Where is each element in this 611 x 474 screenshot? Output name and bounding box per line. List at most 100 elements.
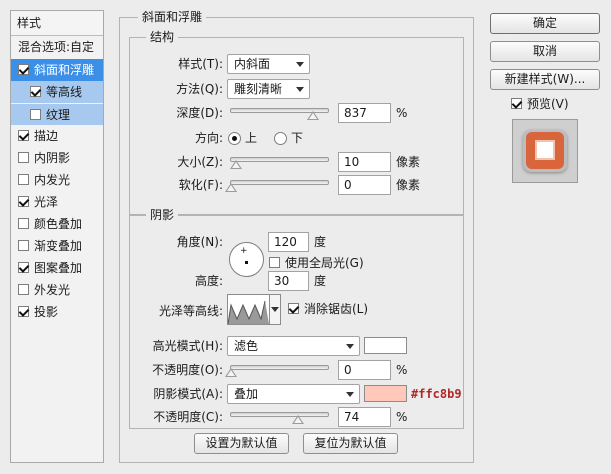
direction-up-label: 上 [245, 131, 258, 145]
shadow-mode-value: 叠加 [234, 387, 259, 401]
shadow-color-swatch[interactable] [364, 385, 407, 402]
highlight-mode-value: 滤色 [234, 339, 259, 353]
style-item-label: 斜面和浮雕 [34, 63, 95, 77]
style-item-label: 颜色叠加 [34, 217, 83, 231]
bevel-emboss-title: 斜面和浮雕 [138, 10, 207, 24]
technique-dropdown-value: 雕刻清晰 [234, 82, 283, 96]
style-item-checkbox[interactable] [18, 218, 29, 229]
style-item-checkbox[interactable] [18, 196, 29, 207]
style-dropdown[interactable]: 内斜面 [227, 54, 310, 74]
soften-label: 软化(F): [178, 178, 223, 192]
soften-slider-thumb[interactable] [225, 183, 237, 192]
chevron-down-icon [346, 344, 354, 349]
crosshair-icon: + [240, 246, 248, 256]
style-item[interactable]: 外发光 [11, 279, 103, 301]
style-item[interactable]: 描边 [11, 125, 103, 147]
style-item-label: 图案叠加 [34, 261, 83, 275]
style-item-checkbox[interactable] [18, 240, 29, 251]
shadow-opacity-slider-track[interactable] [230, 412, 329, 417]
highlight-color-swatch[interactable] [364, 337, 407, 354]
style-item-checkbox[interactable] [18, 64, 29, 75]
direction-down-label: 下 [291, 131, 304, 145]
highlight-opacity-input[interactable]: 0 [338, 360, 391, 380]
style-item[interactable]: 等高线 [11, 81, 103, 103]
style-item[interactable]: 光泽 [11, 191, 103, 213]
angle-label: 角度(N): [176, 235, 223, 249]
contour-curve-icon [227, 300, 269, 325]
soften-unit: 像素 [396, 178, 421, 192]
style-item-label: 等高线 [46, 85, 83, 99]
highlight-mode-dropdown[interactable]: 滤色 [227, 336, 360, 356]
new-style-button[interactable]: 新建样式(W)... [490, 69, 600, 90]
style-item[interactable]: 内阴影 [11, 147, 103, 169]
anti-aliased-checkbox[interactable]: 消除锯齿(L) [288, 301, 368, 317]
style-item[interactable]: 投影 [11, 301, 103, 323]
shadow-opacity-label: 不透明度(C): [153, 410, 223, 424]
style-item-checkbox[interactable] [18, 152, 29, 163]
style-item[interactable]: 颜色叠加 [11, 213, 103, 235]
depth-input[interactable]: 837 [338, 103, 391, 123]
checkbox-box [511, 98, 522, 109]
reset-default-button[interactable]: 复位为默认值 [303, 433, 398, 454]
shading-group: 阴影 角度(N): + 120 度 使用全局光(G) 高度: 30 度 光泽等高… [129, 208, 464, 429]
direction-down-radio[interactable] [274, 132, 287, 145]
preview-checkbox[interactable]: 预览(V) [511, 96, 569, 112]
angle-dial[interactable]: + [229, 242, 264, 277]
style-item[interactable]: 渐变叠加 [11, 235, 103, 257]
cancel-button[interactable]: 取消 [490, 41, 600, 62]
global-light-checkbox[interactable]: 使用全局光(G) [269, 255, 364, 271]
style-item-checkbox[interactable] [30, 109, 41, 120]
style-item-label: 内发光 [34, 173, 71, 187]
highlight-opacity-slider-track[interactable] [230, 365, 329, 370]
shading-title: 阴影 [146, 208, 179, 222]
checkbox-box [269, 257, 280, 268]
direction-up-radio[interactable] [228, 132, 241, 145]
highlight-opacity-slider-thumb[interactable] [225, 368, 237, 377]
chevron-down-icon [346, 392, 354, 397]
checkbox-box [288, 303, 299, 314]
style-item-checkbox[interactable] [18, 262, 29, 273]
style-label: 样式(T): [178, 57, 223, 71]
ok-button[interactable]: 确定 [490, 13, 600, 34]
style-item-checkbox[interactable] [30, 86, 41, 97]
style-item[interactable]: 斜面和浮雕 [11, 59, 103, 81]
bevel-emboss-group: 斜面和浮雕 结构 样式(T): 内斜面 方法(Q): 雕刻清晰 深度(D): 8… [119, 10, 474, 463]
soften-input[interactable]: 0 [338, 175, 391, 195]
style-item[interactable]: 纹理 [11, 103, 103, 125]
gloss-contour-dropdown[interactable] [270, 294, 281, 325]
style-item-checkbox[interactable] [18, 284, 29, 295]
styles-list-title: 样式 [11, 11, 103, 36]
size-input[interactable]: 10 [338, 152, 391, 172]
style-item[interactable]: 内发光 [11, 169, 103, 191]
shadow-opacity-slider-thumb[interactable] [292, 415, 305, 424]
style-preview-thumbnail [512, 119, 578, 183]
angle-input[interactable]: 120 [268, 232, 309, 252]
size-label: 大小(Z): [177, 155, 223, 169]
highlight-mode-label: 高光模式(H): [152, 339, 223, 353]
style-item-checkbox[interactable] [18, 130, 29, 141]
technique-label: 方法(Q): [176, 82, 223, 96]
altitude-input[interactable]: 30 [268, 271, 309, 291]
shadow-opacity-unit: % [396, 410, 408, 424]
technique-dropdown[interactable]: 雕刻清晰 [227, 79, 310, 99]
shadow-color-hex: #ffc8b9 [411, 387, 462, 401]
size-slider-thumb[interactable] [229, 160, 242, 169]
size-slider-track[interactable] [230, 157, 329, 162]
style-item-checkbox[interactable] [18, 174, 29, 185]
highlight-opacity-label: 不透明度(O): [152, 363, 223, 377]
make-default-button[interactable]: 设置为默认值 [194, 433, 289, 454]
gloss-contour-picker[interactable] [227, 294, 270, 325]
preview-label: 预览(V) [527, 97, 569, 111]
style-item-checkbox[interactable] [18, 306, 29, 317]
shadow-mode-dropdown[interactable]: 叠加 [227, 384, 360, 404]
shadow-opacity-input[interactable]: 74 [338, 407, 391, 427]
anti-aliased-label: 消除锯齿(L) [304, 302, 369, 316]
structure-title: 结构 [146, 30, 179, 44]
style-item[interactable]: 图案叠加 [11, 257, 103, 279]
soften-slider-track[interactable] [230, 180, 329, 185]
depth-slider-thumb[interactable] [306, 111, 319, 120]
style-item-label: 投影 [34, 305, 59, 319]
angle-dot [245, 261, 248, 264]
style-item[interactable]: 混合选项:自定 [11, 36, 103, 59]
chevron-down-icon [296, 87, 304, 92]
